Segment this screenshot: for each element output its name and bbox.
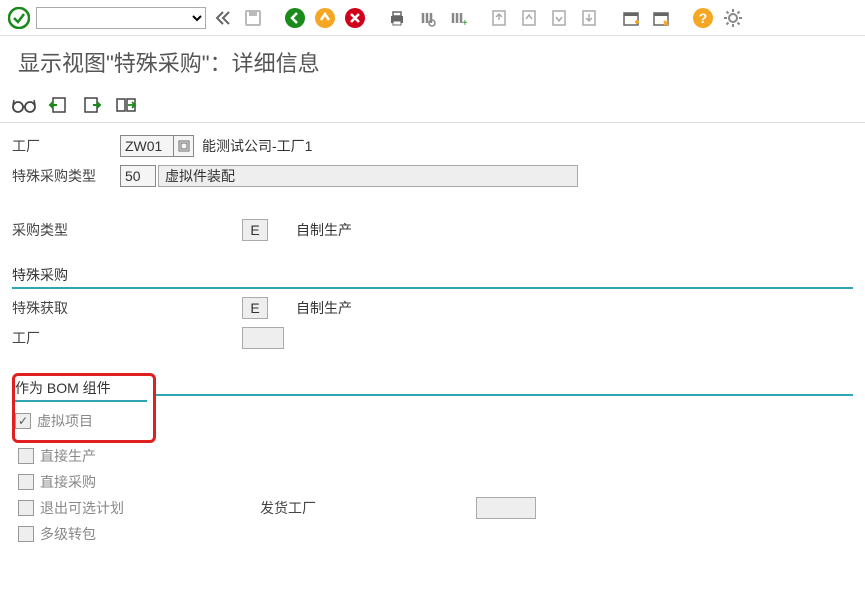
sptype-desc: 虚拟件装配 xyxy=(158,165,578,187)
plant-code-field[interactable]: ZW01 xyxy=(120,135,174,157)
phantom-label: 虚拟项目 xyxy=(37,411,93,431)
proc-code-field: E xyxy=(242,219,268,241)
withdraw-checkbox xyxy=(18,500,34,516)
spacq-code-field: E xyxy=(242,297,268,319)
group-bom-title: 作为 BOM 组件 xyxy=(15,378,111,398)
sptype-label: 特殊采购类型 xyxy=(12,166,120,186)
app-toolbar xyxy=(0,88,865,123)
next-page-icon[interactable] xyxy=(546,5,572,31)
multisub-checkbox xyxy=(18,526,34,542)
plant-label: 工厂 xyxy=(12,136,120,156)
svg-text:?: ? xyxy=(699,10,708,26)
ok-icon[interactable] xyxy=(6,5,32,31)
proc-desc: 自制生产 xyxy=(296,220,352,240)
exit-icon[interactable] xyxy=(312,5,338,31)
directproc-checkbox xyxy=(18,474,34,490)
prev-entry-icon[interactable] xyxy=(44,92,72,118)
svg-text:+: + xyxy=(462,18,467,28)
group-special: 特殊采购 特殊获取 E 自制生产 工厂 xyxy=(12,263,853,351)
sp-plant-label: 工厂 xyxy=(12,328,242,348)
glasses-icon[interactable] xyxy=(10,92,38,118)
proc-label: 采购类型 xyxy=(12,220,242,240)
shipplant-label: 发货工厂 xyxy=(260,498,316,518)
group-special-title: 特殊采购 xyxy=(12,265,242,285)
form-area: 工厂 ZW01 能测试公司-工厂1 特殊采购类型 50 虚拟件装配 采购类型 E… xyxy=(0,123,865,557)
close-session-icon[interactable] xyxy=(648,5,674,31)
collapse-icon[interactable] xyxy=(210,5,236,31)
sp-plant-field xyxy=(242,327,284,349)
group-bom-container: 作为 BOM 组件 虚拟项目 xyxy=(12,355,853,443)
save-icon[interactable] xyxy=(240,5,266,31)
directprod-label: 直接生产 xyxy=(40,446,96,466)
find-next-icon[interactable]: + xyxy=(444,5,470,31)
command-dropdown[interactable] xyxy=(36,7,206,29)
sptype-code-field[interactable]: 50 xyxy=(120,165,156,187)
main-toolbar: + ? xyxy=(0,0,865,36)
highlight-box: 作为 BOM 组件 虚拟项目 xyxy=(12,373,156,443)
directproc-label: 直接采购 xyxy=(40,472,96,492)
spacq-desc: 自制生产 xyxy=(296,298,352,318)
page-title: 显示视图"特殊采购"：详细信息 xyxy=(0,36,865,88)
spacq-label: 特殊获取 xyxy=(12,298,242,318)
print-icon[interactable] xyxy=(384,5,410,31)
shipplant-field xyxy=(476,497,536,519)
back-icon[interactable] xyxy=(282,5,308,31)
multisub-label: 多级转包 xyxy=(40,524,96,544)
withdraw-label: 退出可选计划 xyxy=(40,498,260,518)
help-icon[interactable]: ? xyxy=(690,5,716,31)
phantom-checkbox xyxy=(15,413,31,429)
plant-desc: 能测试公司-工厂1 xyxy=(196,135,320,157)
settings-icon[interactable] xyxy=(720,5,746,31)
cancel-icon[interactable] xyxy=(342,5,368,31)
first-page-icon[interactable] xyxy=(486,5,512,31)
last-page-icon[interactable] xyxy=(576,5,602,31)
new-session-icon[interactable] xyxy=(618,5,644,31)
directprod-checkbox xyxy=(18,448,34,464)
next-entry-icon[interactable] xyxy=(78,92,106,118)
find-icon[interactable] xyxy=(414,5,440,31)
overview-icon[interactable] xyxy=(112,92,140,118)
prev-page-icon[interactable] xyxy=(516,5,542,31)
plant-f4-icon[interactable] xyxy=(174,135,194,157)
